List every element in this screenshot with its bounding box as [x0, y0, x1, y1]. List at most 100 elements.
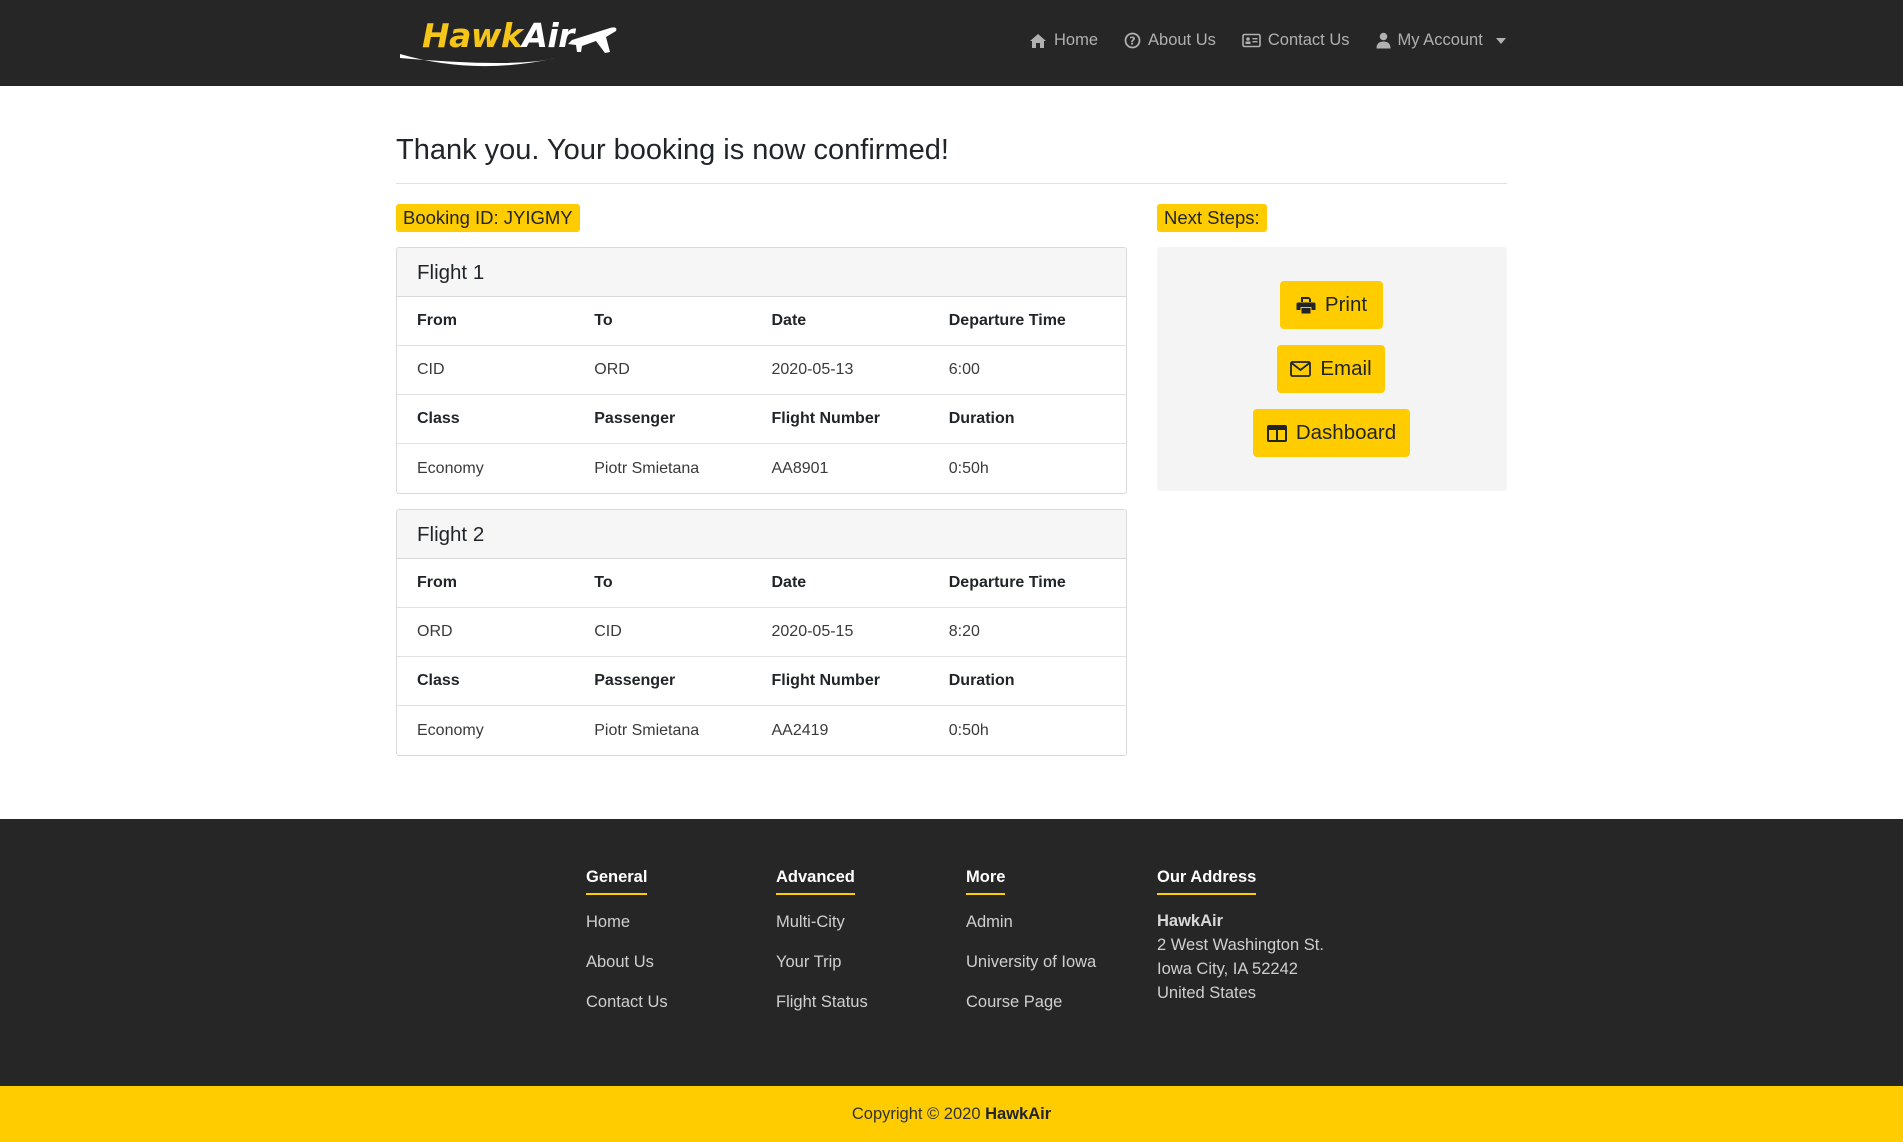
footer-link-university[interactable]: University of Iowa: [966, 949, 1096, 989]
label-departure-time: Departure Time: [948, 574, 1066, 591]
footer-col-more: More Admin University of Iowa Course Pag…: [966, 868, 1096, 1029]
home-icon: [1030, 33, 1046, 48]
address-card-icon: [1242, 33, 1261, 48]
table-row: Class Passenger Flight Number Duration: [397, 657, 1126, 706]
email-button[interactable]: Email: [1277, 345, 1385, 393]
label-passenger: Passenger: [594, 410, 676, 427]
value-duration: 0:50h: [948, 459, 989, 477]
navbar: HawkAir Home ? About Us Contact Us My Ac…: [0, 0, 1903, 86]
address-line: United States: [1157, 984, 1257, 1002]
title-divider: [396, 183, 1507, 184]
flight-card-title: Flight 2: [397, 510, 1126, 559]
copyright-bar: Copyright © 2020 HawkAir: [0, 1086, 1903, 1142]
footer-col-address: Our Address HawkAir 2 West Washington St…: [1157, 868, 1324, 1005]
footer-link-multi-city[interactable]: Multi-City: [776, 909, 868, 949]
table-row: Economy Piotr Smietana AA8901 0:50h: [397, 444, 1126, 493]
footer-heading: General: [586, 868, 648, 895]
email-label: Email: [1320, 357, 1372, 380]
value-passenger: Piotr Smietana: [594, 721, 700, 739]
nav-contact-label: Contact Us: [1267, 31, 1350, 49]
flight-card-2: Flight 2 From To Date Departure Time ORD…: [396, 509, 1127, 756]
nav-home-label: Home: [1054, 31, 1099, 49]
value-date: 2020-05-15: [771, 623, 854, 640]
label-to: To: [594, 312, 613, 329]
value-to: CID: [594, 623, 622, 640]
print-label: Print: [1324, 293, 1368, 316]
table-row: Economy Piotr Smietana AA2419 0:50h: [397, 706, 1126, 755]
footer-link-flight-status[interactable]: Flight Status: [776, 989, 868, 1029]
copyright-text: Copyright © 2020: [851, 1105, 981, 1123]
nav-links: Home ? About Us Contact Us My Account: [1029, 31, 1506, 50]
value-class: Economy: [417, 721, 484, 739]
footer-link-about[interactable]: About Us: [586, 949, 668, 989]
value-departure-time: 6:00: [948, 361, 980, 378]
copyright-brand: HawkAir: [985, 1105, 1052, 1123]
flight-card-title: Flight 1: [397, 248, 1126, 297]
footer-link-contact[interactable]: Contact Us: [586, 989, 668, 1029]
columns-icon: [1266, 424, 1287, 442]
label-class: Class: [417, 672, 460, 689]
page-title: Thank you. Your booking is now confirmed…: [396, 134, 949, 166]
label-passenger: Passenger: [594, 672, 676, 689]
footer-col-general: General Home About Us Contact Us: [586, 868, 668, 1029]
dashboard-label: Dashboard: [1295, 421, 1397, 444]
label-flight-number: Flight Number: [771, 410, 880, 427]
value-from: ORD: [417, 623, 453, 640]
footer-heading: Advanced: [776, 868, 855, 895]
value-from: CID: [417, 361, 445, 378]
label-departure-time: Departure Time: [948, 312, 1066, 329]
question-circle-icon: ?: [1124, 32, 1141, 49]
nav-home[interactable]: Home: [1029, 31, 1098, 50]
value-date: 2020-05-13: [771, 361, 854, 378]
value-departure-time: 8:20: [948, 623, 980, 640]
label-date: Date: [771, 574, 807, 591]
nav-my-account[interactable]: My Account: [1376, 31, 1506, 50]
table-row: CID ORD 2020-05-13 6:00: [397, 346, 1126, 395]
label-class: Class: [417, 410, 460, 427]
brand-name: HawkAir: [422, 16, 574, 55]
label-duration: Duration: [948, 672, 1015, 689]
footer-link-home[interactable]: Home: [586, 909, 668, 949]
nav-my-account-label: My Account: [1397, 31, 1483, 49]
value-to: ORD: [594, 361, 630, 378]
label-from: From: [417, 574, 457, 591]
table-row: Class Passenger Flight Number Duration: [397, 395, 1126, 444]
footer-col-advanced: Advanced Multi-City Your Trip Flight Sta…: [776, 868, 868, 1029]
print-button[interactable]: Print: [1280, 281, 1383, 329]
nav-contact[interactable]: Contact Us: [1242, 31, 1350, 50]
table-row: From To Date Departure Time: [397, 559, 1126, 608]
value-class: Economy: [417, 459, 484, 477]
value-flight-number: AA2419: [771, 721, 829, 739]
address-line: 2 West Washington St.: [1157, 936, 1324, 954]
flight-card-1: Flight 1 From To Date Departure Time CID…: [396, 247, 1127, 494]
footer-link-your-trip[interactable]: Your Trip: [776, 949, 868, 989]
label-from: From: [417, 312, 457, 329]
footer-heading: More: [966, 868, 1006, 895]
address-line: Iowa City, IA 52242: [1157, 960, 1298, 978]
value-flight-number: AA8901: [771, 459, 829, 477]
nav-about[interactable]: ? About Us: [1124, 31, 1216, 50]
nav-about-label: About Us: [1148, 31, 1216, 49]
envelope-icon: [1290, 361, 1312, 377]
dashboard-button[interactable]: Dashboard: [1253, 409, 1410, 457]
booking-id-badge: Booking ID: JYIGMY: [396, 204, 580, 232]
user-icon: [1376, 32, 1391, 49]
label-duration: Duration: [948, 410, 1015, 427]
label-flight-number: Flight Number: [771, 672, 880, 689]
table-row: From To Date Departure Time: [397, 297, 1126, 346]
caret-down-icon: [1495, 37, 1506, 44]
footer-link-course-page[interactable]: Course Page: [966, 989, 1096, 1029]
svg-text:?: ?: [1129, 35, 1135, 48]
label-date: Date: [771, 312, 807, 329]
footer-heading: Our Address: [1157, 868, 1257, 895]
brand-logo[interactable]: HawkAir: [396, 14, 622, 70]
value-passenger: Piotr Smietana: [594, 459, 700, 477]
print-icon: [1296, 297, 1316, 314]
table-row: ORD CID 2020-05-15 8:20: [397, 608, 1126, 657]
address-block: HawkAir 2 West Washington St. Iowa City,…: [1157, 909, 1324, 1005]
value-duration: 0:50h: [948, 721, 989, 739]
label-to: To: [594, 574, 613, 591]
footer: General Home About Us Contact Us Advance…: [0, 819, 1903, 1086]
address-name: HawkAir: [1157, 912, 1224, 930]
footer-link-admin[interactable]: Admin: [966, 909, 1096, 949]
